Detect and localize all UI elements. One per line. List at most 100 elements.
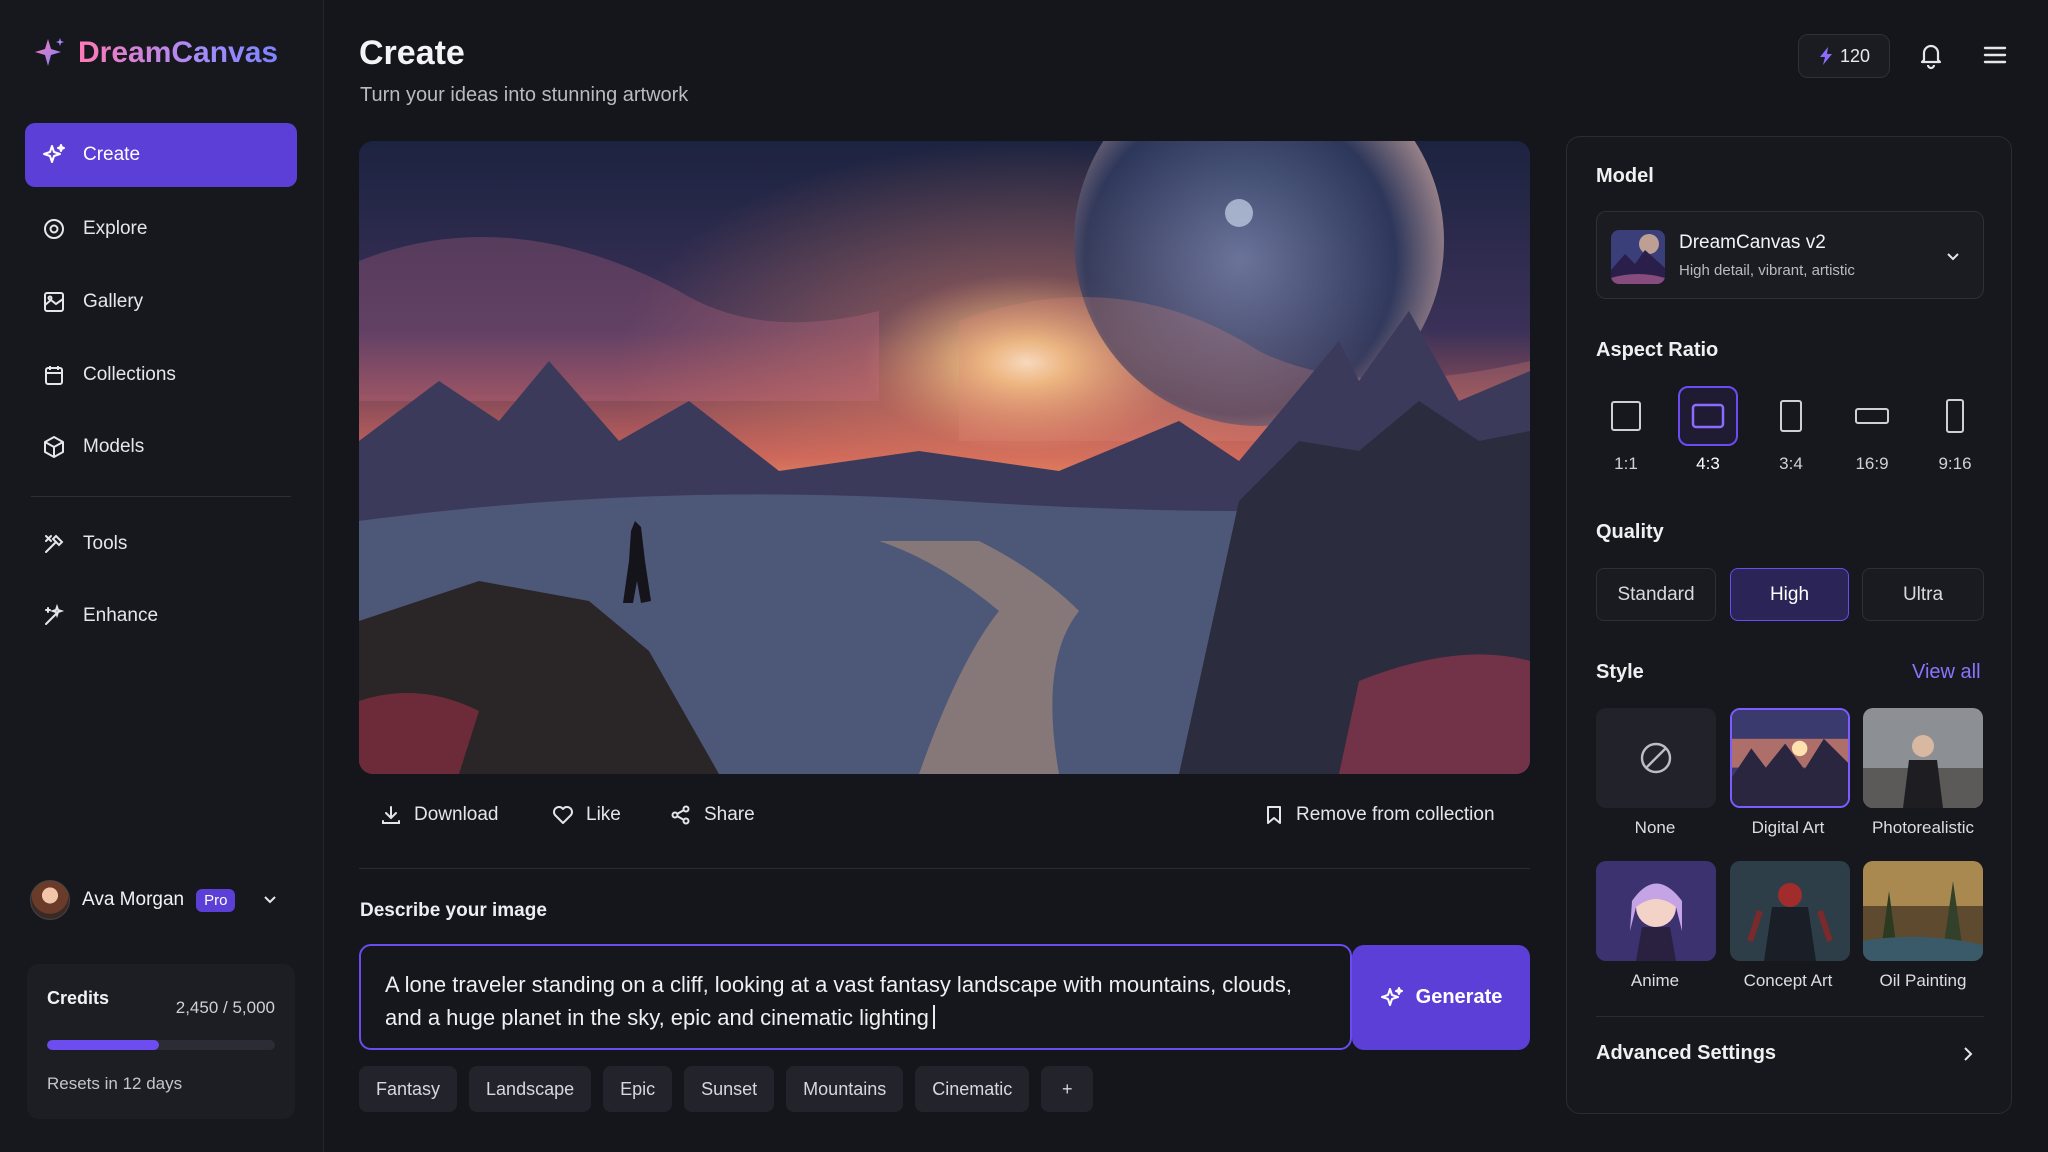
style-option-photorealistic[interactable] [1863, 708, 1983, 808]
pro-badge: Pro [196, 888, 236, 912]
sidebar-item-tools[interactable]: Tools [25, 512, 297, 576]
credits-count: 2,450 / 5,000 [175, 998, 275, 1017]
style-option-label: Photorealistic [1871, 818, 1975, 837]
sidebar-item-explore[interactable]: Explore [25, 197, 297, 261]
sidebar-item-gallery[interactable]: Gallery [25, 270, 297, 334]
quality-option-ultra[interactable]: Ultra [1862, 568, 1984, 621]
quality-label: Quality [1596, 521, 1664, 543]
sparkles-icon [41, 142, 67, 168]
ratio-label: 3:4 [1779, 454, 1803, 473]
sidebar-item-create[interactable]: Create [25, 123, 297, 187]
like-button[interactable]: Like [552, 800, 621, 830]
sparkle-logo-icon [32, 36, 66, 70]
model-description: High detail, vibrant, artistic [1679, 262, 1855, 279]
page-subtitle: Turn your ideas into stunning artwork [360, 84, 689, 106]
ratio-label: 9:16 [1938, 454, 1972, 473]
notifications-bell-icon[interactable] [1916, 40, 1946, 70]
image-grid-icon [41, 289, 67, 315]
style-option-label: Digital Art [1751, 818, 1825, 837]
brand-name: DreamCanvas [78, 36, 279, 69]
quality-option-high[interactable]: High [1730, 568, 1849, 621]
style-option-anime[interactable] [1596, 861, 1716, 961]
magic-wand-icon [41, 603, 67, 629]
credits-title: Credits [47, 988, 110, 1008]
sidebar-item-label: Create [83, 144, 141, 165]
generate-button[interactable]: Generate [1352, 945, 1530, 1050]
model-thumbnail [1611, 230, 1665, 284]
style-option-label: None [1634, 818, 1676, 837]
style-option-oil-painting[interactable] [1863, 861, 1983, 961]
sidebar-item-enhance[interactable]: Enhance [25, 584, 297, 648]
credits-card: Credits 2,450 / 5,000 Resets in 12 days [27, 964, 295, 1119]
sidebar-item-label: Collections [83, 364, 176, 385]
share-button[interactable]: Share [670, 800, 755, 830]
cube-icon [41, 434, 67, 460]
style-option-digital-art[interactable] [1730, 708, 1850, 808]
tag-chip[interactable]: Fantasy [359, 1066, 458, 1112]
chevron-down-icon[interactable] [261, 891, 279, 909]
tag-chip[interactable]: Landscape [469, 1066, 592, 1112]
remove-from-collection-button[interactable]: Remove from collection [1264, 800, 1495, 830]
style-label: Style [1596, 661, 1644, 683]
compass-icon [41, 216, 67, 242]
sparkles-icon [1380, 986, 1404, 1010]
chevron-right-icon[interactable] [1958, 1044, 1978, 1064]
model-name: DreamCanvas v2 [1679, 232, 1826, 253]
style-option-none[interactable] [1596, 708, 1716, 808]
divider [359, 868, 1530, 869]
aspect-ratio-label: Aspect Ratio [1596, 339, 1719, 361]
tag-chip[interactable]: Mountains [786, 1066, 904, 1112]
avatar [30, 880, 70, 920]
sidebar-item-label: Gallery [83, 291, 144, 312]
tag-chip[interactable]: Sunset [684, 1066, 775, 1112]
folder-icon [41, 362, 67, 388]
credits-progress-fill [47, 1040, 159, 1050]
portrait-ratio-icon [1779, 399, 1803, 433]
prompt-input[interactable]: A lone traveler standing on a cliff, loo… [359, 944, 1352, 1050]
ratio-option-3-4[interactable] [1761, 386, 1821, 446]
divider [1596, 1016, 1984, 1017]
tag-chip[interactable]: Epic [603, 1066, 673, 1112]
credit-balance-button[interactable]: 120 [1798, 34, 1890, 78]
prompt-text: A lone traveler standing on a cliff, loo… [385, 972, 1293, 1030]
style-option-label: Oil Painting [1879, 971, 1967, 990]
download-button[interactable]: Download [380, 800, 499, 830]
tools-icon [41, 531, 67, 557]
square-ratio-icon [1610, 400, 1642, 432]
add-tag-button[interactable]: + [1041, 1066, 1094, 1112]
quality-option-standard[interactable]: Standard [1596, 568, 1716, 621]
advanced-settings-button[interactable]: Advanced Settings [1596, 1042, 1776, 1065]
wide-ratio-icon [1854, 405, 1890, 427]
generated-image[interactable] [359, 141, 1530, 774]
lightning-icon [1818, 46, 1834, 66]
sidebar-item-models[interactable]: Models [25, 415, 297, 479]
remove-from-collection-label: Remove from collection [1296, 804, 1495, 825]
tag-list: Fantasy Landscape Epic Sunset Mountains … [359, 1066, 1094, 1112]
ratio-option-4-3[interactable] [1678, 386, 1738, 446]
generate-label: Generate [1415, 986, 1503, 1008]
page-title: Create [359, 34, 465, 72]
ratio-option-16-9[interactable] [1842, 386, 1902, 446]
hamburger-menu-icon[interactable] [1980, 40, 2010, 70]
brand-logo[interactable]: DreamCanvas [32, 36, 278, 70]
ratio-option-1-1[interactable] [1596, 386, 1656, 446]
credits-progress-bar [47, 1040, 275, 1050]
describe-label: Describe your image [360, 900, 547, 921]
ratio-option-9-16[interactable] [1925, 386, 1985, 446]
sidebar-item-label: Models [83, 436, 145, 457]
download-label: Download [414, 804, 499, 825]
sidebar-item-collections[interactable]: Collections [25, 343, 297, 407]
tag-chip[interactable]: Cinematic [915, 1066, 1030, 1112]
model-selector[interactable]: DreamCanvas v2 High detail, vibrant, art… [1596, 211, 1984, 299]
share-label: Share [704, 804, 755, 825]
user-menu[interactable]: Ava Morgan Pro [30, 878, 294, 922]
user-name: Ava Morgan [82, 889, 185, 910]
chevron-down-icon [1943, 246, 1963, 266]
style-option-concept-art[interactable] [1730, 861, 1850, 961]
landscape-ratio-icon [1691, 403, 1725, 429]
model-label: Model [1596, 165, 1654, 187]
tall-ratio-icon [1944, 398, 1966, 434]
view-all-styles-link[interactable]: View all [1912, 661, 1981, 684]
text-caret [932, 1005, 935, 1029]
sidebar-item-label: Explore [83, 218, 148, 239]
